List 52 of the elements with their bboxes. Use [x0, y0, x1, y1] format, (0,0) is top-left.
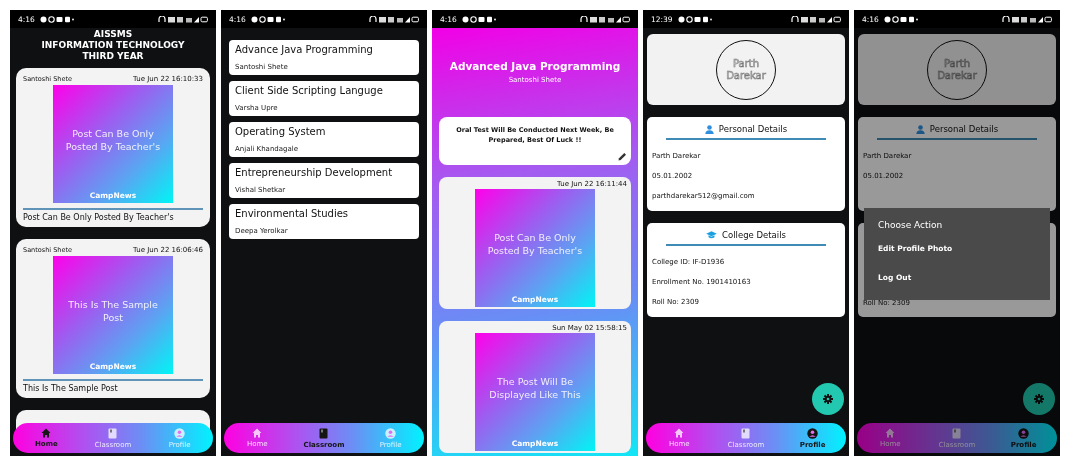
profile-icon [174, 427, 186, 439]
person-icon [915, 124, 925, 134]
header-title: AISSMS [93, 29, 133, 40]
notification-icons [250, 15, 285, 23]
home-icon [674, 428, 685, 438]
notification-icons [677, 15, 712, 23]
notification-icons [39, 15, 74, 23]
status-icons [369, 15, 419, 23]
course-title: Advanced Java Programming [448, 60, 622, 72]
dialog-title: Choose Action [878, 220, 943, 230]
section-title: College Details [722, 230, 786, 240]
settings-icon [823, 394, 833, 404]
settings-button[interactable] [1023, 383, 1055, 415]
home-icon [41, 428, 52, 438]
course-title: Advance Java Programming [235, 44, 374, 55]
status-icons [580, 15, 630, 23]
header-title: INFORMATION TECHNOLOGY [41, 40, 185, 51]
home-icon [885, 428, 896, 438]
post-image-text: Post Can Be Only Posted By Teacher's [486, 231, 584, 258]
book-icon [741, 427, 751, 439]
section-title: Personal Details [718, 124, 788, 134]
post-caption: This Is The Sample Post [23, 384, 119, 393]
status-icons [158, 15, 208, 23]
course-title: Operating System [235, 126, 327, 137]
home-icon [252, 428, 263, 438]
status-icons [1002, 15, 1052, 23]
book-icon [952, 427, 962, 439]
post-caption: Post Can Be Only Posted By Teacher's [23, 213, 175, 222]
person-icon [704, 124, 714, 134]
post-image-text: The Post Will Be Displayed Like This [488, 375, 582, 402]
avatar-name: Parth Darekar [725, 57, 767, 82]
post-image-text: Post Can Be Only Posted By Teacher's [64, 127, 162, 154]
settings-button[interactable] [812, 383, 844, 415]
settings-icon [1034, 394, 1044, 404]
notification-icons [883, 15, 918, 23]
post-image-text: This Is The Sample Post [67, 298, 159, 325]
status-icons [791, 15, 841, 23]
course-title: Entrepreneurship Development [235, 167, 394, 178]
course-title: Environmental Studies [235, 208, 350, 219]
course-title: Client Side Scripting Languge [235, 85, 384, 96]
book-icon [108, 427, 118, 439]
profile-icon [385, 427, 397, 439]
notification-icons [461, 15, 496, 23]
avatar-name: Parth Darekar [936, 57, 978, 82]
section-title: Personal Details [929, 124, 999, 134]
book-icon [319, 427, 329, 439]
profile-icon [807, 427, 819, 439]
pencil-icon [618, 152, 627, 161]
edit-button[interactable] [618, 152, 627, 161]
header-title: THIRD YEAR [82, 51, 144, 62]
graduation-cap-icon [706, 231, 718, 239]
profile-icon [1018, 427, 1030, 439]
